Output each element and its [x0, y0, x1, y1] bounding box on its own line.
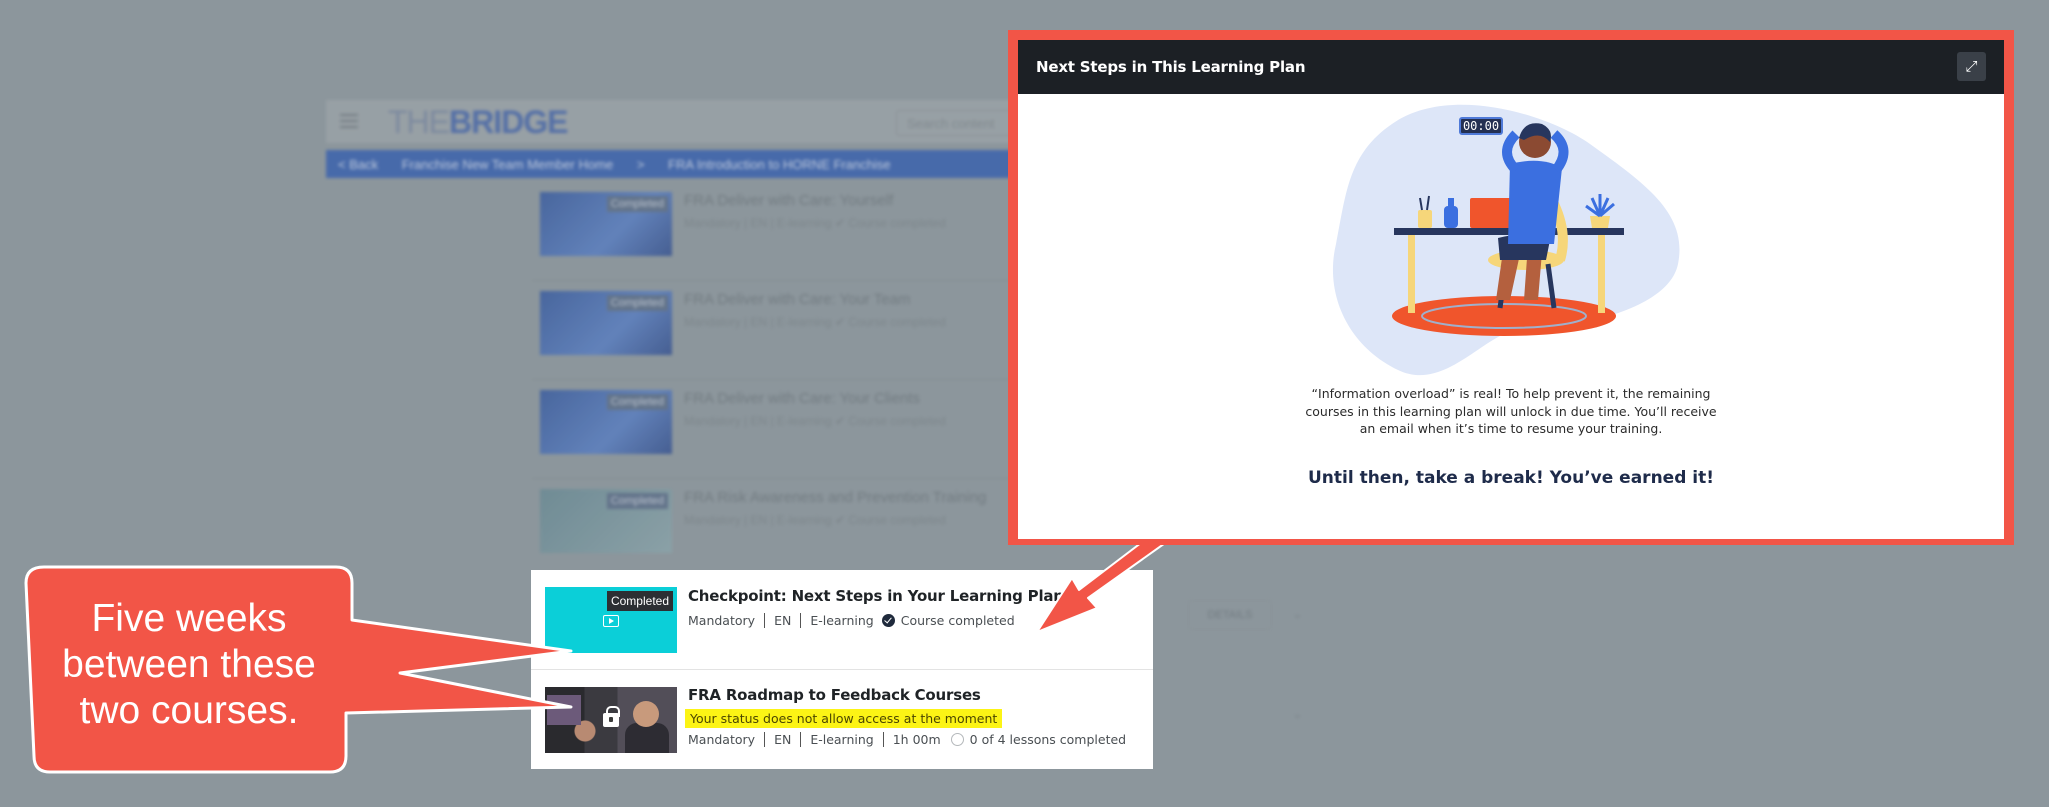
illustration-rug [1392, 296, 1616, 336]
illustration-desk-leg [1408, 235, 1415, 313]
arrow-shape [1036, 529, 1169, 633]
illustration-plant-pot [1590, 216, 1610, 228]
modal-header: Next Steps in This Learning Plan ⤢ [1018, 40, 2004, 94]
illustration-bottle-cap [1448, 198, 1454, 206]
modal-title: Next Steps in This Learning Plan [1036, 58, 1306, 76]
modal-cta-text: Until then, take a break! You’ve earned … [1308, 468, 1714, 488]
illustration-cup [1418, 210, 1432, 228]
expand-icon[interactable]: ⤢ [1957, 52, 1986, 81]
illustration-bottle [1444, 206, 1458, 228]
break-illustration [1332, 104, 1680, 376]
timer-display: 00:00 [1459, 117, 1503, 135]
next-steps-modal: Next Steps in This Learning Plan ⤢ 00:00… [1018, 40, 2004, 539]
modal-message: “Information overload” is real! To help … [1305, 386, 1717, 436]
illustration-person-shirt [1508, 160, 1562, 244]
illustration-desk-leg [1598, 235, 1605, 313]
